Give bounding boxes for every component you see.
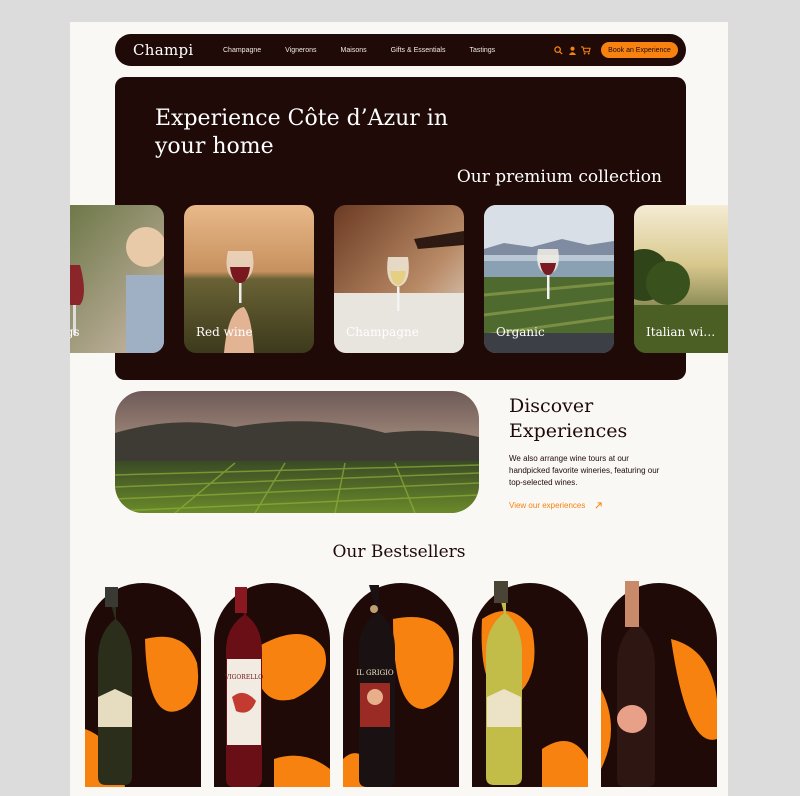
category-label: Red wine xyxy=(196,325,253,339)
brand-logo[interactable]: Champi xyxy=(133,41,223,59)
nav-link-tastings[interactable]: Tastings xyxy=(469,47,495,54)
category-label: Champagne xyxy=(346,325,419,339)
cart-icon[interactable] xyxy=(581,45,591,55)
product-image: IL GRIGIO xyxy=(343,583,459,787)
bottle-label-text: IL GRIGIO xyxy=(356,669,394,677)
category-card-red-wine[interactable]: Red wine xyxy=(184,205,314,353)
arrow-up-right-icon xyxy=(595,502,602,509)
top-navbar: Champi Champagne Vignerons Maisons Gifts… xyxy=(115,34,686,66)
nav-link-gifts[interactable]: Gifts & Essentials xyxy=(391,47,446,54)
product-card[interactable] xyxy=(601,579,717,787)
product-image xyxy=(85,583,201,787)
nav-links: Champagne Vignerons Maisons Gifts & Esse… xyxy=(223,47,519,54)
product-image: VIGORELLO xyxy=(214,583,330,787)
category-carousel: …ngs Red wine Champagne xyxy=(70,205,728,353)
product-image xyxy=(472,581,588,787)
nav-link-champagne[interactable]: Champagne xyxy=(223,47,261,54)
category-label: Organic xyxy=(496,325,545,339)
category-card-tastings[interactable]: …ngs xyxy=(70,205,164,353)
collection-heading: Our premium collection xyxy=(456,167,662,187)
search-icon[interactable] xyxy=(553,45,563,55)
product-image xyxy=(601,581,717,787)
vineyard-image xyxy=(115,391,479,513)
product-card[interactable]: VIGORELLO xyxy=(214,579,330,787)
view-experiences-link[interactable]: View our experiences xyxy=(509,501,602,510)
book-experience-button[interactable]: Book an Experience xyxy=(601,42,678,58)
discover-description: We also arrange wine tours at our handpi… xyxy=(509,454,660,487)
category-label: …ngs xyxy=(70,325,80,339)
discover-title: Discover Experiences xyxy=(509,395,628,442)
hero-title: Experience Côte d’Azur in your home xyxy=(155,106,449,159)
bottle-label-text: VIGORELLO xyxy=(224,674,263,681)
category-card-champagne[interactable]: Champagne xyxy=(334,205,464,353)
product-card[interactable] xyxy=(85,579,201,787)
category-card-italian-wine[interactable]: Italian wi… xyxy=(634,205,728,353)
product-card[interactable]: IL GRIGIO xyxy=(343,579,459,787)
view-experiences-label: View our experiences xyxy=(509,501,586,510)
category-label: Italian wi… xyxy=(646,325,716,339)
product-card[interactable] xyxy=(472,579,588,787)
nav-icons xyxy=(553,45,591,55)
user-icon[interactable] xyxy=(567,45,577,55)
nav-link-maisons[interactable]: Maisons xyxy=(341,47,367,54)
category-card-organic[interactable]: Organic xyxy=(484,205,614,353)
nav-link-vignerons[interactable]: Vignerons xyxy=(285,47,316,54)
page: Champi Champagne Vignerons Maisons Gifts… xyxy=(70,22,728,796)
bestsellers-title: Our Bestsellers xyxy=(332,542,466,562)
category-image xyxy=(70,205,164,353)
